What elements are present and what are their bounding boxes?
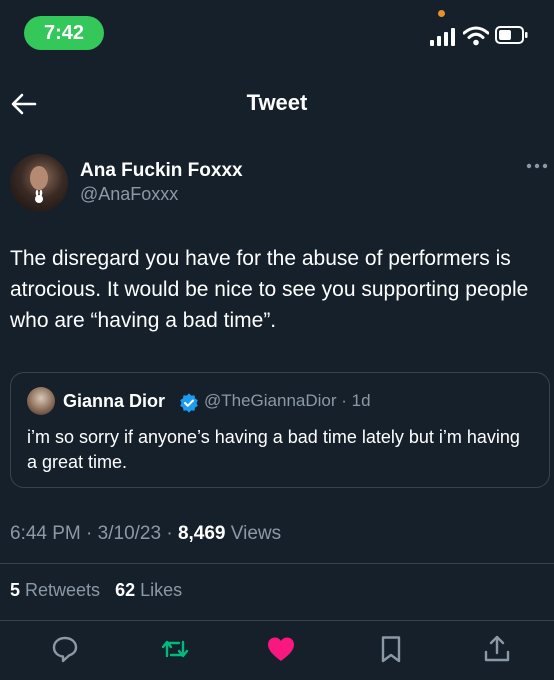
tweet-meta: 6:44 PM · 3/10/23 · 8,469 Views — [10, 523, 281, 545]
retweet-icon[interactable] — [160, 634, 190, 664]
reply-icon[interactable] — [50, 634, 80, 664]
battery-icon — [495, 26, 528, 44]
verified-icon — [180, 393, 198, 413]
quote-author-handle: @TheGiannaDior — [204, 391, 337, 410]
status-time: 7:42 — [24, 16, 104, 50]
likes-count: 62 — [115, 580, 136, 600]
quote-age: 1d — [351, 391, 371, 410]
author-avatar[interactable] — [10, 154, 68, 212]
avatar-face-shape — [30, 166, 48, 190]
cell-signal-icon — [430, 28, 455, 46]
meta-separator: · — [80, 523, 98, 544]
like-icon[interactable] — [266, 634, 296, 664]
quote-meta: @TheGiannaDior · 1d — [204, 391, 371, 411]
views-label: Views — [225, 523, 282, 544]
meta-separator: · — [161, 523, 178, 544]
bunny-logo-icon — [35, 190, 43, 203]
tweet-text: The disregard you have for the abuse of … — [10, 247, 529, 332]
engagement-stats: 5 Retweets 62 Likes — [10, 580, 182, 601]
author-name[interactable]: Ana Fuckin Foxxx — [80, 160, 243, 182]
retweets-count: 5 — [10, 580, 21, 600]
quoted-tweet[interactable]: Gianna Dior @TheGiannaDior · 1d i’m so s… — [10, 372, 550, 488]
wifi-icon — [463, 26, 489, 46]
share-icon[interactable] — [482, 634, 512, 664]
bookmark-icon[interactable] — [376, 634, 406, 664]
views-count: 8,469 — [177, 523, 226, 544]
quote-text: i’m so sorry if anyone’s having a bad ti… — [27, 427, 520, 472]
tweet-date: 3/10/23 — [97, 523, 162, 544]
privacy-indicator-dot — [438, 10, 445, 17]
retweets-label: Retweets — [20, 580, 101, 600]
retweets-stat[interactable]: 5 Retweets — [10, 580, 100, 600]
more-icon[interactable] — [526, 162, 548, 170]
likes-stat[interactable]: 62 Likes — [115, 580, 182, 600]
author-handle[interactable]: @AnaFoxxx — [80, 184, 178, 205]
quote-author-name: Gianna Dior — [63, 391, 166, 411]
likes-label: Likes — [135, 580, 183, 600]
quote-separator: · — [336, 391, 352, 410]
quote-avatar — [27, 387, 55, 415]
tweet-time: 6:44 PM — [10, 523, 81, 544]
page-title: Tweet — [246, 90, 308, 115]
divider — [0, 620, 554, 621]
divider — [0, 563, 554, 564]
